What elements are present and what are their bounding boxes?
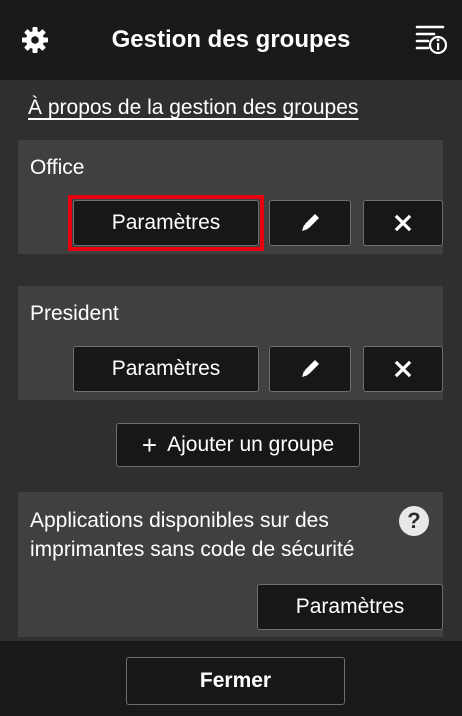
apps-without-security-code-panel: Applications disponibles sur des imprima…	[18, 492, 443, 637]
close-icon	[394, 360, 412, 378]
group-card-president: President Paramètres	[18, 286, 443, 400]
help-icon[interactable]: ?	[399, 506, 429, 536]
delete-group-button[interactable]	[363, 346, 443, 392]
delete-group-button[interactable]	[363, 200, 443, 246]
footer-bar: Fermer	[0, 641, 462, 716]
about-group-management-link[interactable]: À propos de la gestion des groupes	[28, 96, 358, 120]
plus-icon: +	[141, 430, 158, 460]
menu-info-icon[interactable]	[414, 22, 448, 56]
apps-description: Applications disponibles sur des imprima…	[30, 509, 355, 561]
add-group-button[interactable]: + Ajouter un groupe	[116, 423, 360, 467]
edit-group-button[interactable]	[269, 200, 351, 246]
apps-settings-button[interactable]: Paramètres	[257, 584, 443, 630]
edit-group-button[interactable]	[269, 346, 351, 392]
group-name: Office	[30, 156, 85, 179]
group-card-office: Office Paramètres	[18, 140, 443, 254]
header-bar: Gestion des groupes	[0, 0, 462, 80]
add-group-label: Ajouter un groupe	[167, 433, 335, 456]
group-name: President	[30, 302, 119, 325]
gear-icon[interactable]	[20, 25, 50, 55]
close-icon	[394, 214, 412, 232]
group-settings-button[interactable]: Paramètres	[73, 346, 259, 392]
group-settings-button[interactable]: Paramètres	[73, 200, 259, 246]
page-title: Gestion des groupes	[111, 26, 351, 53]
pencil-icon	[302, 214, 319, 231]
close-button[interactable]: Fermer	[126, 657, 345, 705]
pencil-icon	[302, 360, 319, 377]
